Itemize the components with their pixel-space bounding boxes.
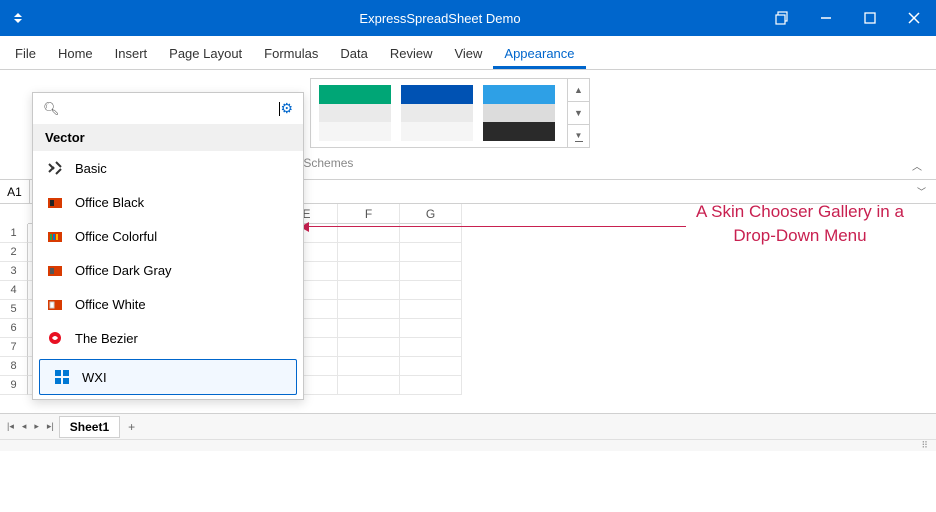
skin-icon — [47, 296, 63, 312]
color-scheme-gallery[interactable]: ▲ ▼ ▼ — [310, 78, 590, 148]
skin-icon — [47, 194, 63, 210]
quick-access-toggle[interactable] — [10, 11, 26, 25]
title-bar: ExpressSpreadSheet Demo — [0, 0, 936, 36]
annotation-line — [306, 226, 686, 227]
maximize-icon[interactable] — [848, 0, 892, 36]
skin-item-basic[interactable]: Basic — [33, 151, 303, 185]
row-header[interactable]: 4 — [0, 281, 28, 300]
ribbon-tab-data[interactable]: Data — [329, 38, 378, 69]
skin-search-input[interactable] — [68, 101, 280, 116]
ribbon-collapse-icon[interactable]: ︿ — [912, 158, 922, 173]
skin-chooser-dropdown: 🔍︎ ⚙ Vector Basic Office Black Office Colo… — [32, 92, 304, 400]
sheet-nav-first-icon[interactable]: |◂ — [4, 419, 17, 434]
cell[interactable] — [338, 376, 400, 395]
skin-item-the-bezier[interactable]: The Bezier — [33, 321, 303, 355]
skin-item-office-colorful[interactable]: Office Colorful — [33, 219, 303, 253]
scheme-swatch-2[interactable] — [401, 85, 473, 141]
minimize-icon[interactable] — [804, 0, 848, 36]
ribbon-tab-formulas[interactable]: Formulas — [253, 38, 329, 69]
row-header[interactable]: 1 — [0, 224, 28, 243]
skin-icon — [47, 330, 63, 346]
restore-down-icon[interactable] — [760, 0, 804, 36]
annotation-text: A Skin Chooser Gallery in a Drop-Down Me… — [690, 200, 910, 248]
skin-item-label: The Bezier — [75, 331, 138, 346]
cell[interactable] — [338, 243, 400, 262]
ribbon-tab-review[interactable]: Review — [379, 38, 444, 69]
search-icon: 🔍︎ — [43, 101, 60, 117]
sheet-tab[interactable]: Sheet1 — [59, 416, 120, 438]
skin-item-office-black[interactable]: Office Black — [33, 185, 303, 219]
row-header[interactable]: 6 — [0, 319, 28, 338]
skin-item-office-white[interactable]: Office White — [33, 287, 303, 321]
status-bar: ⠿ — [0, 439, 936, 451]
row-header[interactable]: 2 — [0, 243, 28, 262]
ribbon-tab-appearance[interactable]: Appearance — [493, 38, 585, 69]
ribbon-tab-home[interactable]: Home — [47, 38, 104, 69]
skin-item-wxi[interactable]: WXI — [39, 359, 297, 395]
ribbon-tab-page-layout[interactable]: Page Layout — [158, 38, 253, 69]
cell-reference-box[interactable]: A1 — [0, 180, 30, 203]
gallery-scroll-down-icon[interactable]: ▼ — [568, 102, 589, 125]
cell[interactable] — [400, 319, 462, 338]
cell[interactable] — [338, 319, 400, 338]
row-header[interactable]: 7 — [0, 338, 28, 357]
gallery-scroll-up-icon[interactable]: ▲ — [568, 79, 589, 102]
sheet-nav-prev-icon[interactable]: ◂ — [19, 419, 30, 434]
ribbon-tab-view[interactable]: View — [443, 38, 493, 69]
row-header[interactable]: 3 — [0, 262, 28, 281]
skin-icon — [54, 369, 70, 385]
cell[interactable] — [400, 281, 462, 300]
column-header[interactable]: F — [338, 204, 400, 224]
cell[interactable] — [338, 338, 400, 357]
sheet-tab-bar: |◂ ◂ ▸ ▸| Sheet1 + — [0, 414, 936, 439]
skin-item-label: WXI — [82, 370, 107, 385]
scheme-swatch-1[interactable] — [319, 85, 391, 141]
gallery-expand-icon[interactable]: ▼ — [568, 125, 589, 147]
cell[interactable] — [400, 338, 462, 357]
sheet-nav-next-icon[interactable]: ▸ — [31, 419, 42, 434]
skin-item-label: Office Dark Gray — [75, 263, 172, 278]
row-header[interactable]: 8 — [0, 357, 28, 376]
skin-category-header: Vector — [33, 124, 303, 151]
cell[interactable] — [338, 281, 400, 300]
sheet-nav-last-icon[interactable]: ▸| — [44, 419, 57, 434]
cell[interactable] — [400, 376, 462, 395]
skin-item-label: Office White — [75, 297, 146, 312]
cell[interactable] — [400, 357, 462, 376]
row-header[interactable]: 9 — [0, 376, 28, 395]
ribbon-tab-file[interactable]: File — [4, 38, 47, 69]
ribbon-tabs: FileHomeInsertPage LayoutFormulasDataRev… — [0, 36, 936, 70]
cell[interactable] — [400, 243, 462, 262]
gear-icon[interactable]: ⚙ — [280, 100, 293, 117]
window-title: ExpressSpreadSheet Demo — [120, 11, 760, 26]
formula-bar-expand-icon[interactable]: ﹀ — [907, 185, 936, 198]
skin-search-row: 🔍︎ ⚙ — [33, 93, 303, 124]
column-header[interactable]: G — [400, 204, 462, 224]
skin-icon — [47, 228, 63, 244]
skin-item-label: Office Colorful — [75, 229, 157, 244]
close-icon[interactable] — [892, 0, 936, 36]
cell[interactable] — [400, 300, 462, 319]
skin-icon — [47, 262, 63, 278]
scheme-swatch-3[interactable] — [483, 85, 555, 141]
add-sheet-icon[interactable]: + — [122, 417, 141, 437]
skin-item-office-dark-gray[interactable]: Office Dark Gray — [33, 253, 303, 287]
cell[interactable] — [338, 262, 400, 281]
row-header[interactable]: 5 — [0, 300, 28, 319]
skin-item-label: Office Black — [75, 195, 144, 210]
skin-icon — [47, 160, 63, 176]
cell[interactable] — [400, 262, 462, 281]
cell[interactable] — [338, 357, 400, 376]
ribbon-tab-insert[interactable]: Insert — [104, 38, 159, 69]
skin-item-label: Basic — [75, 161, 107, 176]
cell[interactable] — [338, 300, 400, 319]
